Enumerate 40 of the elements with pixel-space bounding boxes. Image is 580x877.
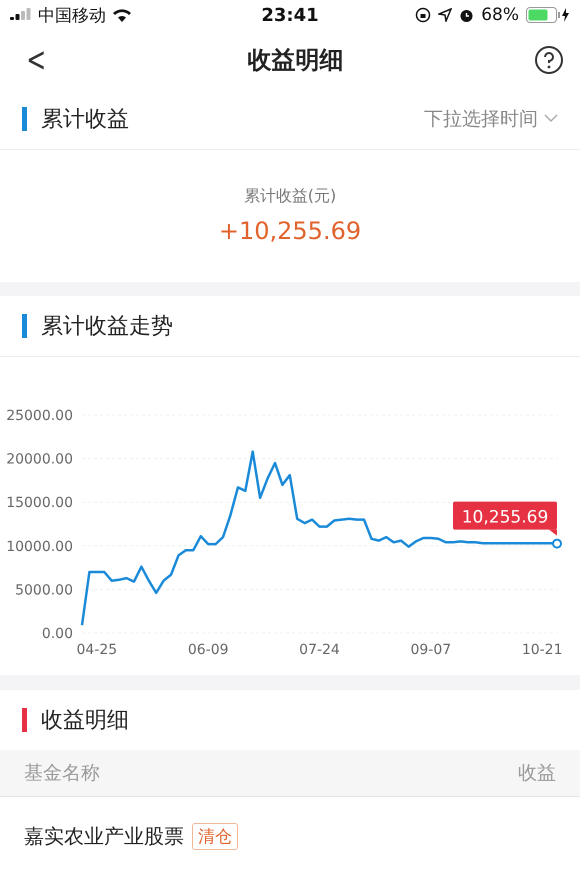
axis-label: 15000.00 [6, 496, 73, 512]
battery-percent: 68% [481, 5, 520, 26]
section-marker [22, 708, 27, 732]
carrier-name: 中国移动 [38, 4, 106, 27]
axis-label: 25000.00 [6, 408, 73, 424]
section-title: 收益明细 [41, 706, 130, 735]
total-value: +10,255.69 [218, 217, 362, 246]
axis-label: 10000.00 [6, 539, 73, 556]
section-title: 累计收益 [41, 106, 130, 134]
fund-name: 嘉实农业产业股票 [24, 823, 184, 850]
page-title: 收益明细 [247, 44, 344, 76]
axis-label: 07-24 [299, 642, 340, 658]
chevron-down-icon [544, 114, 558, 124]
column-header: 收益 [518, 760, 556, 786]
annotation: 10,255.69 [462, 508, 548, 528]
axis-label: 5000.00 [15, 582, 73, 599]
location-icon [438, 8, 452, 22]
column-header: 基金名称 [24, 760, 100, 786]
back-button[interactable]: < [22, 42, 50, 77]
axis-label: 20000.00 [6, 452, 73, 468]
section-marker [22, 106, 27, 131]
rotation-lock-icon [415, 7, 432, 24]
time-filter-dropdown[interactable]: 下拉选择时间 [424, 106, 558, 132]
section-marker [22, 314, 27, 338]
alarm-icon [459, 8, 474, 23]
axis-label: 04-25 [76, 642, 118, 658]
axis-label: 09-07 [410, 642, 452, 658]
axis-label: 0.00 [42, 626, 73, 642]
axis-label: 06-09 [188, 642, 229, 658]
value-callout: 10,255.69 [453, 502, 557, 536]
end-point-marker [552, 539, 562, 550]
section-title: 累计收益走势 [41, 313, 174, 342]
axis-label: 10-21 [522, 642, 562, 658]
wifi-icon [112, 8, 132, 22]
battery-icon [526, 7, 570, 24]
clock-time: 23:41 [261, 4, 319, 26]
total-label: 累计收益(元) [244, 186, 336, 208]
status-tag: 清仓 [192, 823, 238, 850]
signal-icon [10, 8, 32, 22]
help-icon[interactable] [534, 44, 564, 75]
